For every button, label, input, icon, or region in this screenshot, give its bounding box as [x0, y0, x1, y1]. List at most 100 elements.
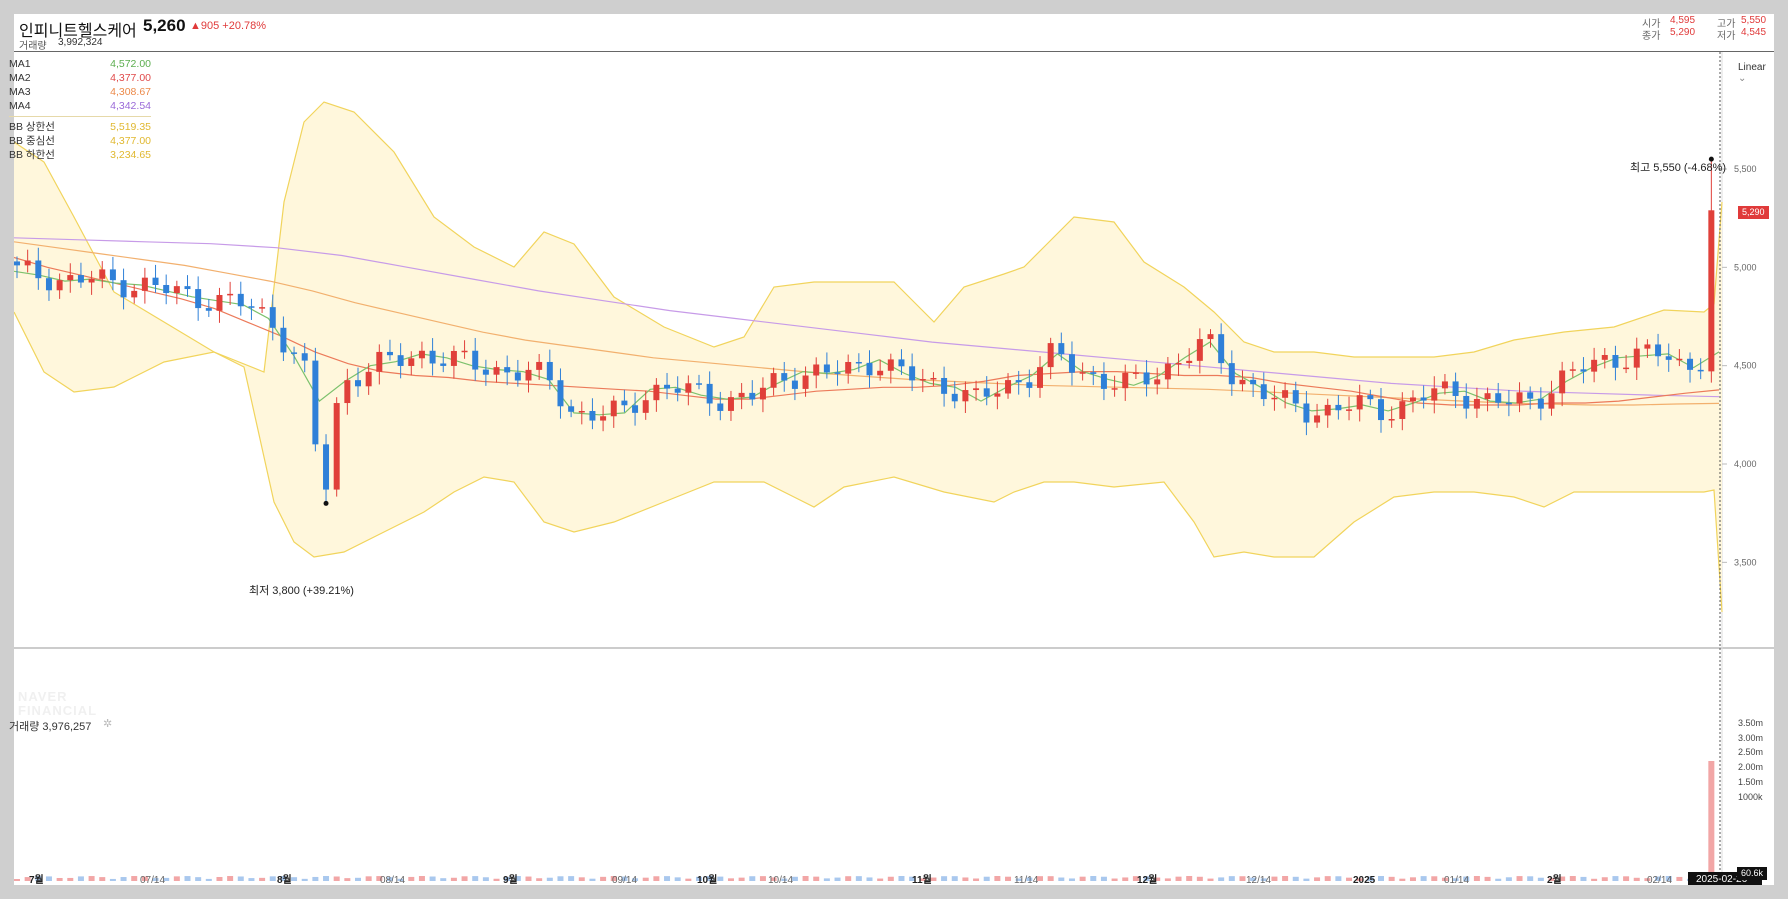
volume-bar — [1378, 876, 1384, 881]
candle-body — [866, 362, 873, 376]
candle-body — [461, 350, 468, 353]
chart-svg[interactable]: 3,500 4,000 4,500 5,000 5,500 1000k 1.50m 2.00m… — [14, 52, 1774, 885]
candle-body — [1207, 334, 1214, 340]
volume-bar — [184, 876, 191, 881]
candle-body — [344, 380, 351, 404]
candle-body — [418, 350, 425, 359]
candle-body — [450, 350, 457, 366]
volume-bar — [56, 877, 63, 881]
candle-body — [951, 393, 958, 402]
watermark: NAVER FINANCIAL — [18, 689, 98, 718]
candle-body — [930, 377, 937, 380]
volume-bar — [1633, 877, 1640, 881]
scale-mode-dropdown[interactable]: Linear ⌄ — [1738, 62, 1774, 84]
volume-bar — [1420, 876, 1427, 881]
volume-bar — [1228, 876, 1235, 881]
volume-bar — [14, 879, 20, 881]
volume-bar — [45, 876, 52, 881]
candle-body — [941, 377, 948, 394]
candle-body — [205, 308, 212, 311]
candle-body — [973, 388, 980, 391]
volume-bar — [1239, 876, 1246, 881]
candle-body — [173, 286, 180, 294]
candle-body — [632, 405, 639, 413]
stock-header: 인피니트헬스케어 5,260 ▲905 +20.78% 거래량 3,992,32… — [14, 14, 1774, 52]
volume-bar — [1484, 876, 1491, 881]
candle-body — [1218, 334, 1225, 364]
volume-bar — [664, 876, 671, 881]
volume-bar — [1580, 876, 1587, 881]
candle-body — [216, 294, 223, 311]
legend-bb-upper: BB 상한선 5,519.35 — [9, 121, 151, 133]
candle-body — [429, 350, 436, 364]
candle-body — [1175, 363, 1182, 365]
x-tick-label: 11/14 — [1014, 875, 1039, 885]
candle-body — [642, 400, 649, 413]
candle-body — [312, 360, 319, 445]
candle-body — [664, 384, 671, 389]
candle-body — [1143, 372, 1150, 385]
candle-body — [1463, 395, 1470, 409]
candle-body — [1047, 343, 1054, 368]
candle-body — [323, 444, 330, 490]
volume-bar — [216, 876, 223, 881]
volume-bar — [301, 878, 308, 881]
volume-bar — [536, 878, 543, 881]
candle-body — [24, 260, 31, 266]
x-tick-label: 07/14 — [140, 875, 165, 885]
candle-body — [14, 261, 20, 266]
candle-body — [621, 400, 628, 406]
candle-body — [919, 379, 926, 381]
candle-body — [1164, 363, 1171, 380]
candle-body — [685, 383, 692, 393]
candle-body — [1409, 397, 1416, 402]
volume-bar — [1399, 878, 1406, 881]
volume-bar — [1495, 878, 1502, 881]
candle-body — [386, 351, 393, 356]
candle-body — [1037, 367, 1043, 388]
candle-body — [259, 307, 266, 309]
settings-icon[interactable]: ✲ — [103, 717, 112, 730]
volume-bar — [418, 876, 425, 881]
stock-price: 5,260 — [143, 16, 186, 35]
volume-bar — [1623, 876, 1630, 881]
volume-bar — [834, 877, 841, 881]
volume-bar — [642, 877, 649, 881]
candle-body — [77, 275, 84, 283]
chart-area[interactable]: 3,500 4,000 4,500 5,000 5,500 1000k 1.50m 2.00m… — [9, 52, 1774, 885]
candle-body — [1292, 390, 1299, 404]
legend-divider — [9, 116, 151, 117]
volume-bar — [951, 876, 958, 881]
volume-bar — [1324, 876, 1331, 881]
volume-bar — [1079, 876, 1086, 881]
x-tick-label: 9월 — [503, 874, 518, 885]
candle-body — [301, 353, 308, 361]
volume-bar — [1303, 878, 1310, 881]
candle-body — [1676, 358, 1683, 361]
volume-bar — [823, 878, 830, 881]
volume-bar — [237, 876, 244, 881]
candle-body — [1697, 369, 1704, 372]
candle-body — [727, 397, 734, 411]
candle-body — [983, 388, 990, 397]
volume-bar — [1196, 876, 1203, 881]
close-label: 종가 — [1642, 31, 1661, 42]
candle-body — [1111, 388, 1118, 390]
candle-body — [333, 403, 340, 490]
volume-bar — [802, 876, 809, 881]
low-marker — [323, 500, 329, 506]
candle-body — [1122, 372, 1129, 389]
candle-body — [376, 351, 383, 372]
candle-body — [696, 383, 702, 385]
candle-body — [1090, 372, 1097, 374]
candle-body — [1559, 370, 1566, 394]
volume-bar — [1005, 876, 1012, 881]
candle-body — [1399, 401, 1406, 420]
candle-body — [1484, 393, 1491, 399]
candle-body — [1196, 339, 1203, 361]
volume-bar — [877, 878, 884, 881]
volume-tick-label: 1000k — [1738, 792, 1763, 802]
volume-bar — [440, 878, 447, 881]
volume-bar — [1090, 876, 1097, 881]
volume-bar — [1601, 877, 1608, 881]
